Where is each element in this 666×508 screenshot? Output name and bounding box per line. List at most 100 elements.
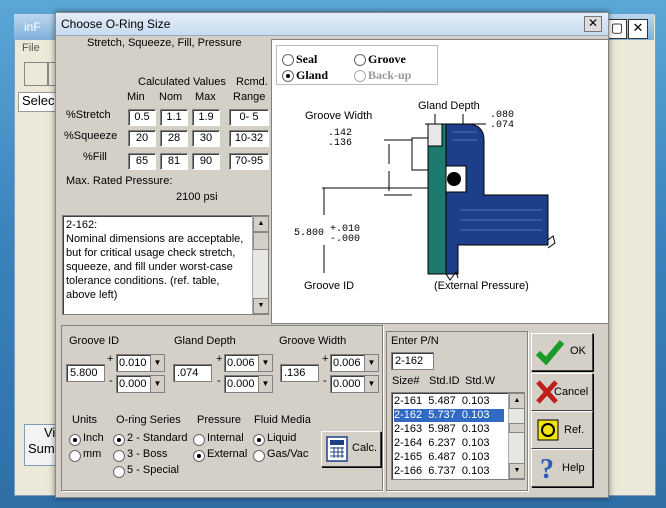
- size-cell: 2-165: [394, 451, 423, 463]
- help-label: Help: [562, 462, 585, 474]
- scroll-up-icon[interactable]: ▲: [509, 393, 525, 409]
- oring-section: [447, 172, 461, 186]
- scroll-thumb[interactable]: [509, 423, 525, 433]
- groove-id-input[interactable]: 5.800: [66, 364, 105, 382]
- gland-depth-minus-select[interactable]: 0.000 ▼: [224, 375, 273, 393]
- list-item[interactable]: 2-164 6.237 0.103: [394, 437, 504, 450]
- cancel-button[interactable]: Cancel: [531, 373, 593, 411]
- col-max: Max: [195, 91, 216, 103]
- list-item[interactable]: 2-161 5.487 0.103: [394, 395, 504, 408]
- list-item-selected[interactable]: 2-162 5.737 0.103: [394, 409, 504, 422]
- ref-label: Ref.: [564, 424, 585, 436]
- col-nom: Nom: [159, 91, 183, 103]
- groove-width-label: Groove Width: [305, 110, 373, 122]
- plus-sign: +: [107, 353, 114, 365]
- dialog-titlebar: Choose O-Ring Size ✕: [56, 13, 608, 36]
- size-list[interactable]: 2-161 5.487 0.103 2-162 5.737 0.103 2-16…: [391, 392, 525, 480]
- groove-id-plus-value: 0.010: [119, 357, 147, 369]
- ref-button[interactable]: Ref.: [531, 411, 593, 449]
- close-icon[interactable]: ✕: [628, 19, 648, 39]
- choose-oring-dialog: Choose O-Ring Size ✕ Stretch, Squeeze, F…: [55, 12, 609, 498]
- header-calculated-values: Calculated Values: [138, 76, 226, 88]
- list-item[interactable]: 2-163 5.987 0.103: [394, 423, 504, 436]
- reference-icon: [537, 419, 559, 441]
- note-line: tolerance conditions. (ref. table,: [66, 275, 220, 287]
- dialog-close-button[interactable]: ✕: [584, 16, 602, 32]
- radio-seal[interactable]: [282, 54, 294, 66]
- external-pressure-label: (External Pressure): [434, 280, 529, 292]
- col-size: Size#: [392, 375, 420, 387]
- note-line: squeeze, and fill under worst-case: [66, 261, 233, 273]
- std-w-cell: 0.103: [461, 451, 490, 463]
- bolt-shank: [411, 137, 429, 171]
- chevron-down-icon[interactable]: ▼: [364, 355, 378, 371]
- chevron-down-icon[interactable]: ▼: [364, 376, 378, 392]
- squeeze-max: 30: [192, 130, 220, 147]
- part-number-input[interactable]: 2-162: [391, 352, 434, 370]
- gland-depth-input[interactable]: .074: [173, 364, 212, 382]
- chevron-down-icon[interactable]: ▼: [258, 355, 272, 371]
- radio-gasvac[interactable]: [253, 450, 265, 462]
- groove-id-minus-select[interactable]: 0.000 ▼: [116, 375, 165, 393]
- groove-cavity: [445, 165, 467, 193]
- chevron-down-icon[interactable]: ▼: [150, 355, 164, 371]
- minus-sign: -: [217, 375, 221, 387]
- groove-width-minus-select[interactable]: 0.000 ▼: [330, 375, 379, 393]
- squeeze-nom: 28: [160, 130, 188, 147]
- toolbar-icon[interactable]: [24, 62, 48, 86]
- background-title: inF: [24, 20, 41, 34]
- radio-external[interactable]: [193, 450, 205, 462]
- groove-id-minus-value: 0.000: [119, 378, 147, 390]
- checkmark-icon: [536, 340, 564, 365]
- squeeze-min: 20: [128, 130, 156, 147]
- radio-groove[interactable]: [354, 54, 366, 66]
- fill-min: 65: [128, 153, 156, 170]
- scroll-up-icon[interactable]: ▲: [253, 216, 269, 232]
- list-item[interactable]: 2-166 6.737 0.103: [394, 465, 504, 478]
- std-id-cell: 6.487: [428, 451, 456, 463]
- groove-width-input[interactable]: .136: [280, 364, 319, 382]
- groove-id-tol-minus: -.000: [330, 234, 361, 245]
- scroll-down-icon[interactable]: ▼: [253, 298, 269, 314]
- size-list-scrollbar[interactable]: ▲ ▼: [508, 393, 525, 479]
- radio-series-3[interactable]: [113, 450, 125, 462]
- radio-inch[interactable]: [69, 434, 81, 446]
- scroll-down-icon[interactable]: ▼: [509, 463, 525, 479]
- calc-button[interactable]: Calc.: [321, 431, 381, 467]
- std-w-cell: 0.103: [461, 437, 490, 449]
- fill-range: 70-95: [229, 153, 269, 170]
- stretch-range: 0- 5: [229, 109, 269, 126]
- background-menu-file[interactable]: File: [22, 42, 40, 54]
- help-button[interactable]: ? Help: [531, 449, 593, 487]
- dialog-subtitle: Stretch, Squeeze, Fill, Pressure: [87, 37, 242, 49]
- size-cell: 2-161: [394, 395, 423, 407]
- gland-depth-plus-select[interactable]: 0.006 ▼: [224, 354, 273, 372]
- radio-liquid[interactable]: [253, 434, 265, 446]
- chevron-down-icon[interactable]: ▼: [150, 376, 164, 392]
- radio-series-2[interactable]: [113, 434, 125, 446]
- note-scrollbar[interactable]: ▲ ▼: [252, 216, 269, 314]
- std-w-cell: 0.103: [461, 465, 490, 477]
- maximize-icon[interactable]: ▢: [607, 19, 627, 39]
- groove-id-plus-select[interactable]: 0.010 ▼: [116, 354, 165, 372]
- radio-series-5[interactable]: [113, 466, 125, 478]
- chevron-down-icon[interactable]: ▼: [258, 376, 272, 392]
- groove-width-plus-value: 0.006: [333, 357, 361, 369]
- ok-button[interactable]: OK: [531, 333, 593, 371]
- svg-text:?: ?: [540, 454, 554, 482]
- scroll-thumb[interactable]: [253, 232, 269, 250]
- media-gasvac-label: Gas/Vac: [267, 448, 309, 460]
- radio-mm[interactable]: [69, 450, 81, 462]
- media-liquid-label: Liquid: [267, 432, 297, 444]
- radio-gland[interactable]: [282, 70, 294, 82]
- pressure-internal-label: Internal: [207, 432, 244, 444]
- gland-bolt-head: [427, 123, 443, 147]
- list-item[interactable]: 2-165 6.487 0.103: [394, 451, 504, 464]
- size-cell: 2-162: [394, 409, 423, 421]
- radio-internal[interactable]: [193, 434, 205, 446]
- note-line: 2-162:: [66, 219, 98, 231]
- groove-width-plus-select[interactable]: 0.006 ▼: [330, 354, 379, 372]
- note-line: above left): [66, 289, 118, 301]
- option-groove-label: Groove: [368, 52, 406, 66]
- cancel-label: Cancel: [554, 386, 589, 398]
